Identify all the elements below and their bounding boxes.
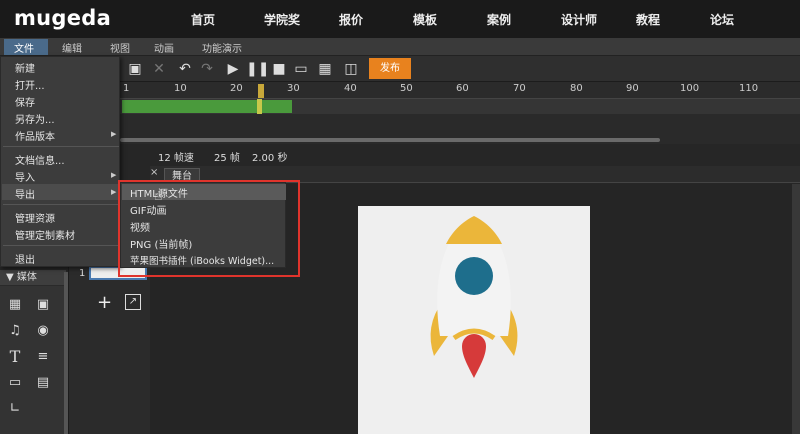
rocket-graphic[interactable]	[358, 206, 590, 434]
menu-new[interactable]: 新建	[15, 60, 35, 75]
menu-manage-custom-assets[interactable]: 管理定制素材	[15, 227, 75, 242]
qrcode-icon[interactable]: ▦	[316, 60, 334, 78]
nav-forum[interactable]: 论坛	[710, 11, 734, 28]
tick-label: 50	[400, 83, 413, 94]
seconds-readout: 2.00 秒	[252, 153, 288, 164]
media-panel-header[interactable]: ▼ 媒体	[0, 270, 66, 286]
rocket-flame	[462, 334, 486, 378]
menu-file[interactable]: 文件	[4, 39, 48, 55]
timeline-track[interactable]	[120, 99, 800, 114]
file-menu: 新建 打开... 保存 另存为... 作品版本 ▶ 文档信息... 导入 ▶ 导…	[0, 56, 120, 267]
nav-academy-award[interactable]: 学院奖	[264, 11, 300, 28]
rocket-nose	[446, 216, 502, 244]
rocket-window	[455, 257, 493, 295]
nav-templates[interactable]: 模板	[413, 11, 437, 28]
nav-cases[interactable]: 案例	[487, 11, 511, 28]
stage-page[interactable]	[358, 206, 590, 434]
menu-view[interactable]: 视图	[110, 40, 130, 55]
pause-icon[interactable]: ❚❚	[246, 60, 269, 78]
stop-icon[interactable]: ■	[270, 60, 288, 78]
menu-document-info[interactable]: 文档信息...	[15, 152, 65, 167]
annotation-highlight-box	[118, 180, 300, 277]
publish-button[interactable]: 发布	[369, 58, 411, 79]
menu-save-as[interactable]: 另存为...	[15, 111, 55, 126]
menu-divider	[3, 204, 119, 205]
preview-icon[interactable]: ▭	[292, 60, 310, 78]
code-icon[interactable]: ▤	[34, 374, 52, 392]
menu-versions[interactable]: 作品版本	[15, 128, 55, 143]
tick-label: 20	[230, 83, 243, 94]
cut-icon[interactable]: ✕	[150, 60, 168, 78]
media-tool-panel: ▼ 媒体 ▦ ▣ ♫ ◉ T ≡ ▭ ▤ ∟	[0, 270, 66, 434]
nav-tutorials[interactable]: 教程	[636, 11, 660, 28]
toolbar: ▣ ✕ ↶ ↷ ▶ ❚❚ ■ ▭ ▦ ◫ 发布	[120, 56, 800, 82]
menu-save[interactable]: 保存	[15, 94, 35, 109]
nav-home[interactable]: 首页	[191, 11, 215, 28]
menu-divider	[3, 245, 119, 246]
menu-edit[interactable]: 编辑	[62, 40, 82, 55]
editor-menubar: 文件 编辑 视图 动画 功能演示	[0, 38, 800, 56]
playhead-marker	[257, 99, 262, 114]
add-scene-button[interactable]: +	[97, 292, 112, 313]
menu-open[interactable]: 打开...	[15, 77, 45, 92]
chart-icon[interactable]: ∟	[6, 400, 24, 418]
canvas-vertical-scrollbar[interactable]	[792, 184, 800, 434]
paste-icon[interactable]: ▣	[126, 60, 144, 78]
export-icon[interactable]: ◫	[342, 60, 360, 78]
menu-export[interactable]: 导出	[15, 186, 35, 201]
tick-label: 1	[123, 83, 130, 94]
play-icon[interactable]: ▶	[224, 60, 242, 78]
timeline-keyframe-span[interactable]	[122, 100, 292, 113]
undo-icon[interactable]: ↶	[176, 60, 194, 78]
tick-label: 30	[287, 83, 300, 94]
tick-label: 80	[570, 83, 583, 94]
menu-feature-demo[interactable]: 功能演示	[202, 40, 242, 55]
fps-readout: 12 帧速	[158, 153, 194, 164]
video-icon[interactable]: ◉	[34, 322, 52, 340]
menu-divider	[3, 146, 119, 147]
hand-cursor-icon: ☝	[154, 188, 163, 204]
nav-designers[interactable]: 设计师	[561, 11, 597, 28]
timeline-horizontal-scrollbar[interactable]	[120, 138, 660, 142]
slideshow-icon[interactable]: ▭	[6, 374, 24, 392]
tick-label: 90	[626, 83, 639, 94]
scene-panel: 1 + ↗	[68, 262, 150, 434]
tick-label: 110	[739, 83, 759, 94]
scene-export-icon[interactable]: ↗	[125, 294, 141, 310]
frame-readout: 25 帧	[214, 153, 240, 164]
timeline-status: 12 帧速 25 帧 2.00 秒	[120, 146, 800, 164]
nav-pricing[interactable]: 报价	[339, 11, 363, 28]
tick-label: 10	[174, 83, 187, 94]
text-icon[interactable]: T	[6, 348, 24, 366]
scene-number: 1	[79, 268, 86, 279]
audio-icon[interactable]: ♫	[6, 322, 24, 340]
tick-label: 40	[344, 83, 357, 94]
submenu-arrow-icon: ▶	[111, 188, 117, 196]
menu-exit[interactable]: 退出	[15, 251, 35, 266]
tick-label: 70	[513, 83, 526, 94]
timeline-ruler[interactable]: 1 10 20 30 40 50 60 70 80 90 100 110	[120, 82, 800, 99]
menu-manage-resources[interactable]: 管理资源	[15, 210, 55, 225]
paragraph-icon[interactable]: ≡	[34, 348, 52, 366]
image-icon[interactable]: ▣	[34, 296, 52, 314]
close-icon[interactable]: ×	[150, 167, 158, 178]
playhead-handle[interactable]	[258, 84, 264, 98]
tick-label: 60	[456, 83, 469, 94]
redo-icon[interactable]: ↷	[198, 60, 216, 78]
menu-animation[interactable]: 动画	[154, 40, 174, 55]
mugeda-logo[interactable]: mugeda	[14, 6, 111, 30]
submenu-arrow-icon: ▶	[111, 171, 117, 179]
tick-label: 100	[680, 83, 700, 94]
menu-import[interactable]: 导入	[15, 169, 35, 184]
submenu-arrow-icon: ▶	[111, 130, 117, 138]
grid-icon[interactable]: ▦	[6, 296, 24, 314]
site-header: mugeda 首页 学院奖 报价 模板 案例 设计师 教程 论坛	[0, 0, 800, 38]
